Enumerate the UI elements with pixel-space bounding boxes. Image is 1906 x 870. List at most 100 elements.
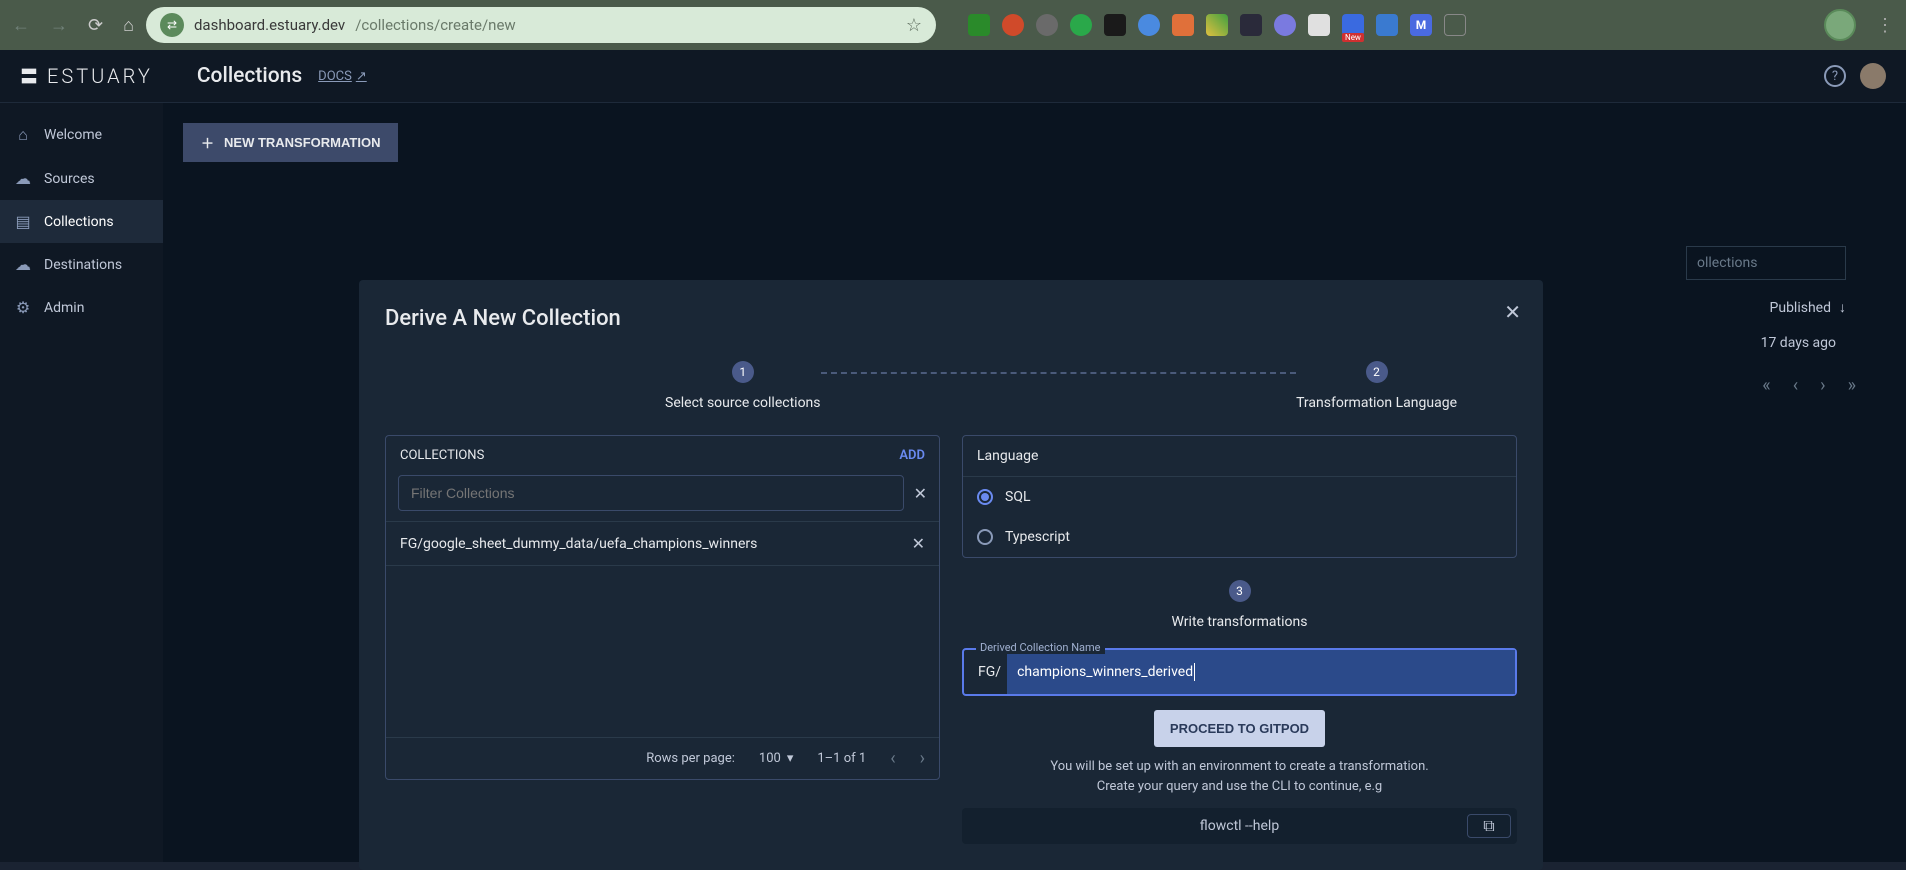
copy-command-button[interactable]: ⧉ <box>1467 814 1511 838</box>
app-logo[interactable]: 〓 ESTUARY <box>20 63 153 89</box>
language-label: SQL <box>1005 489 1030 505</box>
clear-filter-icon[interactable]: ✕ <box>914 484 927 503</box>
ext-icon[interactable]: M <box>1410 14 1432 36</box>
ext-icon[interactable]: New <box>1342 14 1364 36</box>
prev-page-icon[interactable]: ‹ <box>1793 375 1798 396</box>
collections-empty-area <box>386 565 939 737</box>
next-page-icon[interactable]: › <box>920 748 925 769</box>
ext-icon[interactable] <box>1308 14 1330 36</box>
remove-collection-icon[interactable]: ✕ <box>912 534 925 553</box>
url-bar[interactable]: ⇄ dashboard.estuary.dev/collections/crea… <box>146 7 936 43</box>
sidebar-item-label: Welcome <box>44 127 102 143</box>
pager-fragment: « ‹ › » <box>1762 375 1856 396</box>
language-option-sql[interactable]: SQL <box>963 477 1516 517</box>
gear-icon: ⚙ <box>14 298 32 317</box>
new-transformation-button[interactable]: ＋ NEW TRANSFORMATION <box>183 123 398 162</box>
sidebar-item-label: Sources <box>44 171 95 187</box>
step-1: 1 Select source collections <box>665 361 821 411</box>
sidebar-item-admin[interactable]: ⚙ Admin <box>0 286 163 329</box>
published-header-fragment: Published ↓ <box>1770 299 1846 316</box>
derived-name-field[interactable]: Derived Collection Name FG/ champions_wi… <box>962 648 1517 696</box>
derived-value-text: champions_winners_derived <box>1017 664 1193 680</box>
sidebar-item-label: Destinations <box>44 257 122 273</box>
next-page-icon[interactable]: › <box>1820 375 1825 396</box>
collections-panel: COLLECTIONS ADD ✕ FG/google_sheet_dummy_… <box>385 435 940 844</box>
button-label: NEW TRANSFORMATION <box>224 135 380 150</box>
step-3: 3 Write transformations <box>962 580 1517 630</box>
site-settings-icon[interactable]: ⇄ <box>160 13 184 37</box>
database-icon: ▤ <box>14 212 32 231</box>
bookmark-star-icon[interactable]: ☆ <box>906 15 922 36</box>
sidebar-item-sources[interactable]: ☁ Sources <box>0 157 163 200</box>
back-icon[interactable]: ← <box>12 15 30 36</box>
command-text: flowctl --help <box>1200 818 1279 834</box>
ext-icon[interactable] <box>1274 14 1296 36</box>
language-panel: Language SQL Typescript 3 Write transfor… <box>962 435 1517 844</box>
ext-icon[interactable] <box>1240 14 1262 36</box>
ext-icon[interactable] <box>1104 14 1126 36</box>
reload-icon[interactable]: ⟳ <box>88 15 103 36</box>
derived-name-input[interactable]: champions_winners_derived <box>1007 650 1515 694</box>
hint-line: Create your query and use the CLI to con… <box>1097 779 1382 794</box>
help-icon[interactable]: ? <box>1824 65 1846 87</box>
rows-per-page-label: Rows per page: <box>646 751 735 766</box>
ext-icon[interactable] <box>1138 14 1160 36</box>
hint-text: You will be set up with an environment t… <box>962 757 1517 796</box>
prev-page-icon[interactable]: ‹ <box>890 748 895 769</box>
url-path: /collections/create/new <box>355 16 516 34</box>
language-header: Language <box>963 436 1516 477</box>
sidebar: ⌂ Welcome ☁ Sources ▤ Collections ☁ Dest… <box>0 103 163 862</box>
nav-arrows: ← → ⟳ ⌂ <box>12 15 134 36</box>
user-avatar[interactable] <box>1860 63 1886 89</box>
profile-avatar[interactable] <box>1824 9 1856 41</box>
step-number: 3 <box>1229 580 1251 602</box>
sidebar-item-label: Admin <box>44 300 84 316</box>
ext-icon[interactable] <box>1172 14 1194 36</box>
arrow-down-icon: ↓ <box>1839 299 1846 316</box>
command-box: flowctl --help ⧉ <box>962 808 1517 844</box>
rows-per-page-select[interactable]: 100 ▾ <box>759 751 793 766</box>
sidebar-item-label: Collections <box>44 214 114 230</box>
ext-icon[interactable] <box>1002 14 1024 36</box>
sidebar-item-collections[interactable]: ▤ Collections <box>0 200 163 243</box>
search-fragment-text: ollections <box>1686 246 1846 280</box>
ext-icon[interactable] <box>1376 14 1398 36</box>
ext-icon[interactable] <box>1036 14 1058 36</box>
sidebar-item-welcome[interactable]: ⌂ Welcome <box>0 113 163 157</box>
page-title: Collections <box>197 64 302 88</box>
close-icon[interactable]: ✕ <box>1504 300 1521 324</box>
main-content: ＋ NEW TRANSFORMATION ollections Publishe… <box>163 103 1906 862</box>
search-fragment: ollections <box>1686 246 1846 280</box>
proceed-to-gitpod-button[interactable]: PROCEED TO GITPOD <box>1154 710 1325 747</box>
home-icon[interactable]: ⌂ <box>123 15 134 36</box>
kebab-menu-icon[interactable]: ⋮ <box>1876 15 1894 36</box>
derived-prefix: FG/ <box>964 650 1007 694</box>
step-number: 1 <box>732 361 754 383</box>
rows-per-page-value: 100 <box>759 751 781 766</box>
page-range: 1–1 of 1 <box>817 751 866 766</box>
collections-pager: Rows per page: 100 ▾ 1–1 of 1 ‹ › <box>386 737 939 779</box>
first-page-icon[interactable]: « <box>1762 375 1770 396</box>
extensions-puzzle-icon[interactable] <box>1444 14 1466 36</box>
plus-icon: ＋ <box>201 133 214 152</box>
step-connector <box>821 372 1297 374</box>
forward-icon: → <box>50 15 68 36</box>
collection-name: FG/google_sheet_dummy_data/uefa_champion… <box>400 536 757 552</box>
ext-icon[interactable] <box>1206 14 1228 36</box>
filter-collections-input[interactable] <box>398 475 904 511</box>
ext-icon[interactable] <box>1070 14 1092 36</box>
last-page-icon[interactable]: » <box>1848 375 1856 396</box>
add-collection-button[interactable]: ADD <box>899 448 925 463</box>
collection-row[interactable]: FG/google_sheet_dummy_data/uefa_champion… <box>386 521 939 565</box>
app-header: 〓 ESTUARY Collections DOCS ↗ ? <box>0 50 1906 103</box>
docs-link[interactable]: DOCS ↗ <box>318 69 367 84</box>
ext-icon[interactable] <box>968 14 990 36</box>
step-label: Select source collections <box>665 395 821 411</box>
step-label: Transformation Language <box>1296 395 1457 411</box>
radio-icon <box>977 529 993 545</box>
field-label: Derived Collection Name <box>976 641 1105 654</box>
sidebar-item-destinations[interactable]: ☁ Destinations <box>0 243 163 286</box>
modal-title: Derive A New Collection <box>385 306 1517 331</box>
url-host: dashboard.estuary.dev <box>194 16 345 34</box>
language-option-typescript[interactable]: Typescript <box>963 517 1516 557</box>
